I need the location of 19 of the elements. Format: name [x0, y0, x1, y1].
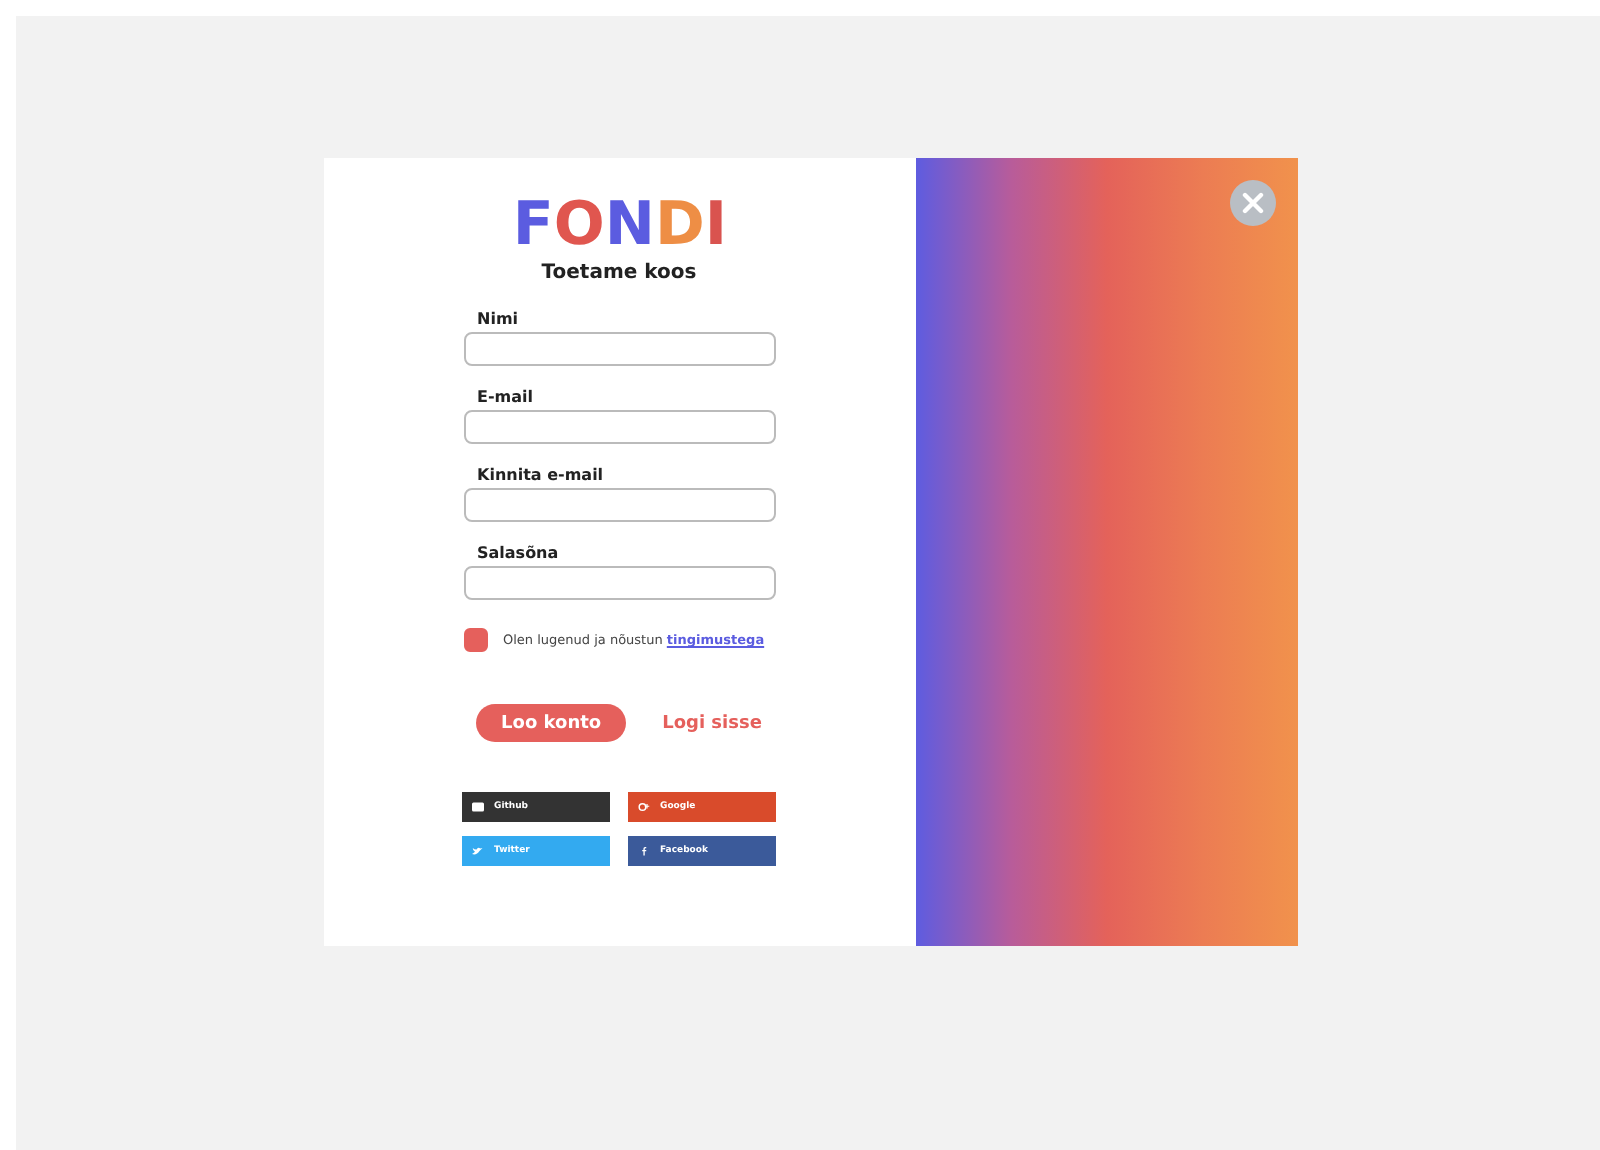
close-button[interactable]: [1229, 180, 1275, 226]
close-icon: [1241, 192, 1263, 214]
folder-icon: [472, 802, 484, 812]
bird-icon: [472, 846, 484, 856]
field-label: Kinnita e-mail: [477, 466, 606, 484]
tagline: Toetame koos: [541, 262, 697, 284]
create-account-button[interactable]: Loo konto: [476, 704, 627, 742]
logo: FONDI: [512, 198, 726, 252]
facebook-icon: [638, 846, 650, 856]
input-field[interactable]: [463, 332, 775, 366]
input-field[interactable]: [463, 488, 775, 522]
login-link[interactable]: Logi sisse: [662, 713, 762, 733]
field-label: Salasõna: [477, 544, 561, 562]
input-field[interactable]: [463, 410, 775, 444]
google-plus-icon: [638, 802, 650, 812]
field-label: Nimi: [477, 310, 521, 328]
checkbox[interactable]: [463, 628, 487, 652]
field-label: E-mail: [477, 388, 536, 406]
input-field[interactable]: [463, 566, 775, 600]
